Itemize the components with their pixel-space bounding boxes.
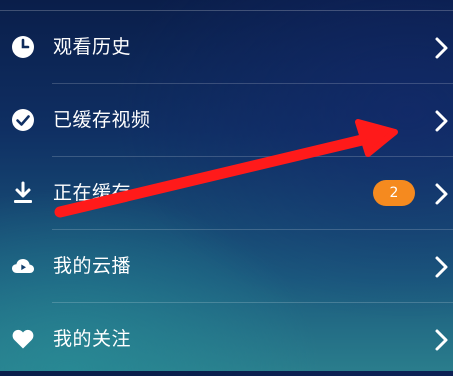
menu-item-label: 观看历史	[53, 36, 132, 58]
heart-icon	[11, 327, 35, 351]
chevron-right-icon	[431, 328, 451, 352]
menu-item-downloading[interactable]: 正在缓存 2	[0, 157, 453, 230]
chevron-right-icon	[431, 182, 451, 206]
cloud-play-icon	[11, 254, 35, 278]
menu-item-label: 已缓存视频	[53, 109, 151, 131]
menu-item-following[interactable]: 我的关注	[0, 303, 453, 376]
chevron-right-icon	[431, 109, 451, 133]
menu-item-history[interactable]: 观看历史	[0, 11, 453, 84]
menu-item-label: 正在缓存	[53, 182, 132, 204]
menu-item-cached-videos[interactable]: 已缓存视频	[0, 84, 453, 157]
menu-list: 观看历史 已缓存视频 正在缓存 2 我的云播 我的关注	[0, 0, 453, 371]
clock-icon	[11, 35, 35, 59]
download-icon	[11, 181, 35, 205]
check-circle-icon	[11, 108, 35, 132]
download-count-badge: 2	[373, 180, 415, 206]
chevron-right-icon	[431, 255, 451, 279]
menu-item-label: 我的关注	[53, 328, 132, 350]
menu-item-cloud-play[interactable]: 我的云播	[0, 230, 453, 303]
chevron-right-icon	[431, 36, 451, 60]
menu-item-label: 我的云播	[53, 255, 132, 277]
